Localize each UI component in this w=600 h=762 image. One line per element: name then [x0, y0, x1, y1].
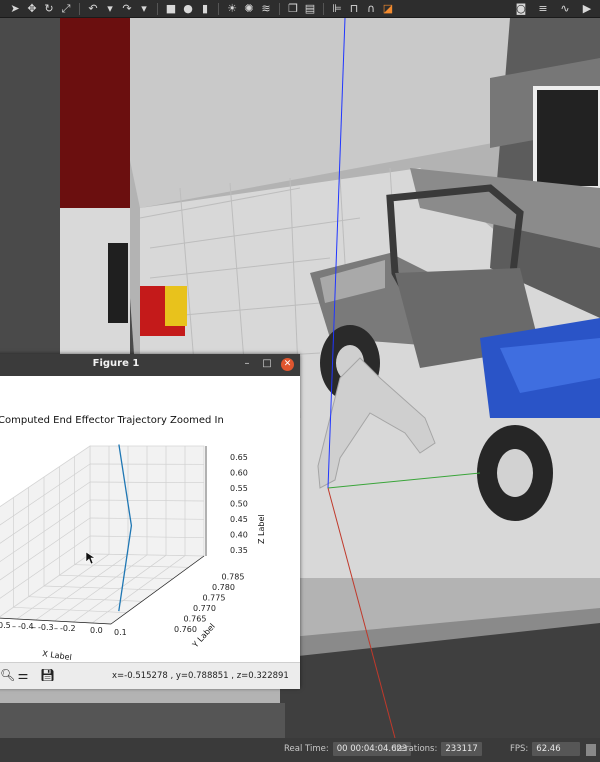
- axes-grid: [0, 445, 207, 625]
- plot-icon[interactable]: ∿: [558, 2, 572, 16]
- x-tick-label: -0.3: [38, 623, 54, 632]
- z-tick-label: 0.40: [230, 531, 248, 540]
- screenshot-icon[interactable]: ◙: [514, 2, 528, 16]
- point-light-icon[interactable]: ☀: [225, 2, 239, 16]
- z-axis-label: Z Label: [257, 514, 266, 544]
- maximize-button[interactable]: □: [261, 357, 273, 371]
- y-tick-label: 0.770: [193, 604, 216, 613]
- figure-window[interactable]: Figure 1 – □ ✕ Computed End Effector Tra…: [0, 354, 300, 689]
- z-tick-label: 0.50: [230, 500, 248, 509]
- snap-icon[interactable]: ⊓: [347, 2, 361, 16]
- z-tick-label: 0.65: [230, 453, 248, 462]
- figure-titlebar[interactable]: Figure 1 – □ ✕: [0, 354, 300, 376]
- rotate-icon[interactable]: ↻: [42, 2, 56, 16]
- chart-title: Computed End Effector Trajectory Zoomed …: [0, 415, 224, 426]
- toolbar-separator: [79, 2, 80, 15]
- x-axis-label: X Label: [42, 649, 73, 662]
- x-tick-label: 0.0: [90, 626, 103, 635]
- toolbar-separator: [279, 2, 280, 15]
- toolbar-separator: [157, 2, 158, 15]
- y-tick-label: 0.765: [184, 615, 207, 624]
- matplotlib-toolbar: 🔍︎ ⚌ 💾︎ x=-0.515278 , y=0.788851 , z=0.3…: [0, 662, 300, 689]
- x-tick-separator: –: [12, 622, 16, 631]
- fps-label: FPS:: [510, 744, 529, 754]
- z-tick-label: 0.60: [230, 469, 248, 478]
- iterations-label: Iterations:: [394, 744, 438, 754]
- sphere-shape-icon[interactable]: ●: [181, 2, 195, 16]
- figure-title: Figure 1: [92, 358, 140, 369]
- scale-icon[interactable]: ⤢: [59, 2, 73, 16]
- gazebo-toolbar: ➤ ✥ ↻ ⤢ ↶ ▾ ↷ ▾ ■ ● ▮ ☀ ✺ ≋ ❐ ▤ ⊫ ⊓ ∩ ◪ …: [0, 0, 600, 18]
- reset-time-button[interactable]: [586, 744, 596, 756]
- undo-dropdown-icon[interactable]: ▾: [103, 2, 117, 16]
- redo-icon[interactable]: ↷: [120, 2, 134, 16]
- real-time-label: Real Time:: [284, 744, 329, 754]
- x-tick-label: -0.2: [60, 624, 76, 633]
- log-icon[interactable]: ≡: [536, 2, 550, 16]
- save-figure-icon[interactable]: 💾︎: [40, 668, 55, 682]
- iterations-value: 233117: [441, 742, 482, 756]
- x-tick-separator: –: [32, 623, 36, 632]
- magnet-icon[interactable]: ∩: [364, 2, 378, 16]
- z-tick-label: 0.35: [230, 546, 248, 555]
- cursor-coordinates: x=-0.515278 , y=0.788851 , z=0.322891: [112, 671, 289, 681]
- change-view-icon[interactable]: ◪: [381, 2, 395, 16]
- toolbar-right-group: ◙ ≡ ∿ ▶: [514, 2, 594, 16]
- z-tick-label: 0.45: [230, 515, 248, 524]
- copy-icon[interactable]: ❐: [286, 2, 300, 16]
- y-tick-label: 0.780: [212, 583, 235, 592]
- window-controls: – □ ✕: [241, 357, 294, 371]
- redo-dropdown-icon[interactable]: ▾: [137, 2, 151, 16]
- y-tick-label: 0.760: [174, 625, 197, 634]
- toolbar-separator: [323, 2, 324, 15]
- configure-subplots-icon[interactable]: ⚌: [16, 668, 30, 682]
- undo-icon[interactable]: ↶: [86, 2, 100, 16]
- cylinder-shape-icon[interactable]: ▮: [198, 2, 212, 16]
- y-tick-label: 0.785: [222, 573, 245, 582]
- directional-light-icon[interactable]: ≋: [259, 2, 273, 16]
- x-tick-separator: –: [54, 624, 58, 633]
- gazebo-statusbar: Real Time: 00 00:04:04.623 Iterations: 2…: [0, 738, 600, 762]
- y-tick-label: 0.775: [203, 594, 226, 603]
- paste-icon[interactable]: ▤: [303, 2, 317, 16]
- close-button[interactable]: ✕: [281, 357, 294, 371]
- spot-light-icon[interactable]: ✺: [242, 2, 256, 16]
- translate-icon[interactable]: ✥: [25, 2, 39, 16]
- z-tick-label: 0.55: [230, 484, 248, 493]
- fps-value: 62.46: [532, 742, 581, 756]
- trajectory-3d-plot[interactable]: Computed End Effector Trajectory Zoomed …: [0, 376, 300, 662]
- box-shape-icon[interactable]: ■: [164, 2, 178, 16]
- select-arrow-icon[interactable]: ➤: [8, 2, 22, 16]
- minimize-button[interactable]: –: [241, 357, 253, 371]
- video-record-icon[interactable]: ▶: [580, 2, 594, 16]
- zoom-icon[interactable]: 🔍︎: [0, 668, 15, 682]
- toolbar-separator: [218, 2, 219, 15]
- align-icon[interactable]: ⊫: [330, 2, 344, 16]
- x-tick-label: 0.1: [114, 628, 127, 637]
- plot-area[interactable]: Computed End Effector Trajectory Zoomed …: [0, 376, 300, 662]
- x-tick-label: 0.5: [0, 621, 11, 630]
